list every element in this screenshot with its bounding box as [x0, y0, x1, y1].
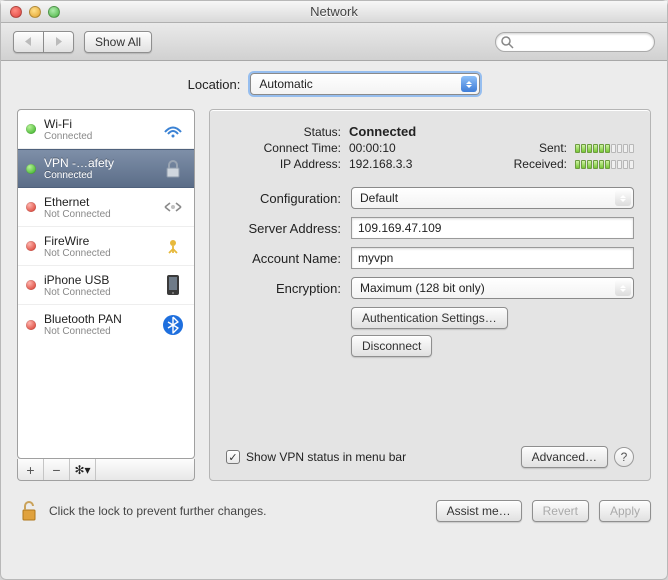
connect-time-value: 00:00:10 [349, 141, 506, 155]
status-dot-icon [26, 280, 36, 290]
configuration-select[interactable]: Default [351, 187, 634, 209]
disconnect-button[interactable]: Disconnect [351, 335, 432, 357]
account-name-input[interactable] [351, 247, 634, 269]
location-select[interactable]: Automatic [250, 73, 480, 95]
lock-button[interactable] [17, 499, 41, 523]
show-status-checkbox[interactable]: ✓ [226, 450, 240, 464]
show-all-button[interactable]: Show All [84, 31, 152, 53]
server-address-input[interactable] [351, 217, 634, 239]
remove-interface-button[interactable]: − [44, 459, 70, 480]
received-label: Received: [514, 157, 567, 171]
sidebar-item-sub: Not Connected [44, 209, 152, 220]
status-dot-icon [26, 164, 36, 174]
lock-text: Click the lock to prevent further change… [49, 504, 266, 518]
wifi-icon [160, 116, 186, 142]
sidebar-item-firewire[interactable]: FireWireNot Connected [18, 227, 194, 266]
auth-settings-button[interactable]: Authentication Settings… [351, 307, 508, 329]
sidebar-item-bluetooth[interactable]: Bluetooth PANNot Connected [18, 305, 194, 344]
apply-button[interactable]: Apply [599, 500, 651, 522]
ip-label: IP Address: [226, 157, 341, 171]
assist-button[interactable]: Assist me… [436, 500, 522, 522]
sent-label: Sent: [514, 141, 567, 155]
lock-icon [160, 156, 186, 182]
location-row: Location: Automatic [17, 73, 651, 95]
sidebar-item-sub: Connected [44, 131, 152, 142]
select-arrows-icon [615, 190, 631, 206]
received-bars [575, 160, 634, 169]
search-input[interactable] [495, 32, 655, 52]
ip-value: 192.168.3.3 [349, 157, 506, 171]
status-label: Status: [226, 125, 341, 139]
sidebar-footer: + − ✻▾ [17, 459, 195, 481]
sidebar-item-sub: Not Connected [44, 287, 152, 298]
connect-time-label: Connect Time: [226, 141, 341, 155]
location-value: Automatic [259, 77, 312, 91]
interface-actions-button[interactable]: ✻▾ [70, 459, 96, 480]
sidebar-item-label: VPN -…afety [44, 156, 152, 170]
encryption-select[interactable]: Maximum (128 bit only) [351, 277, 634, 299]
status-value: Connected [349, 124, 506, 139]
sidebar-item-iphone-usb[interactable]: iPhone USBNot Connected [18, 266, 194, 305]
location-label: Location: [188, 77, 241, 92]
bluetooth-icon [160, 312, 186, 338]
encryption-label: Encryption: [226, 281, 341, 296]
advanced-button[interactable]: Advanced… [521, 446, 608, 468]
sidebar-item-sub: Connected [44, 170, 152, 181]
account-name-label: Account Name: [226, 251, 341, 266]
status-dot-icon [26, 241, 36, 251]
configuration-label: Configuration: [226, 191, 341, 206]
interface-list: Wi-FiConnected VPN -…afetyConnected Ethe… [17, 109, 195, 459]
sidebar-item-vpn[interactable]: VPN -…afetyConnected [18, 149, 194, 188]
sidebar-item-label: Ethernet [44, 195, 152, 209]
sidebar-item-wifi[interactable]: Wi-FiConnected [18, 110, 194, 149]
search-icon [501, 36, 514, 49]
sent-bars [575, 144, 634, 153]
help-button[interactable]: ? [614, 447, 634, 467]
nav-segmented [13, 31, 74, 53]
status-dot-icon [26, 202, 36, 212]
window-title: Network [1, 4, 667, 19]
forward-button[interactable] [44, 31, 74, 53]
status-dot-icon [26, 320, 36, 330]
sidebar-item-label: Wi-Fi [44, 117, 152, 131]
show-status-label: Show VPN status in menu bar [246, 450, 406, 464]
detail-pane: Status: Connected Connect Time: 00:00:10… [209, 109, 651, 481]
titlebar: Network [1, 1, 667, 23]
revert-button[interactable]: Revert [532, 500, 589, 522]
ethernet-icon [160, 194, 186, 220]
gear-icon: ✻▾ [74, 463, 90, 477]
select-arrows-icon [461, 76, 477, 92]
status-dot-icon [26, 124, 36, 134]
sidebar-item-sub: Not Connected [44, 248, 152, 259]
server-address-label: Server Address: [226, 221, 341, 236]
toolbar: Show All [1, 23, 667, 61]
sidebar-item-ethernet[interactable]: EthernetNot Connected [18, 188, 194, 227]
add-interface-button[interactable]: + [18, 459, 44, 480]
encryption-value: Maximum (128 bit only) [360, 281, 485, 295]
select-arrows-icon [615, 280, 631, 296]
firewire-icon [160, 233, 186, 259]
bottom-bar: Click the lock to prevent further change… [1, 491, 667, 535]
sidebar-item-label: iPhone USB [44, 273, 152, 287]
unlocked-padlock-icon [19, 500, 39, 522]
sidebar-item-label: FireWire [44, 234, 152, 248]
configuration-value: Default [360, 191, 398, 205]
back-button[interactable] [13, 31, 44, 53]
phone-icon [160, 272, 186, 298]
sidebar-item-sub: Not Connected [44, 326, 152, 337]
interface-sidebar: Wi-FiConnected VPN -…afetyConnected Ethe… [17, 109, 195, 481]
sidebar-item-label: Bluetooth PAN [44, 312, 152, 326]
